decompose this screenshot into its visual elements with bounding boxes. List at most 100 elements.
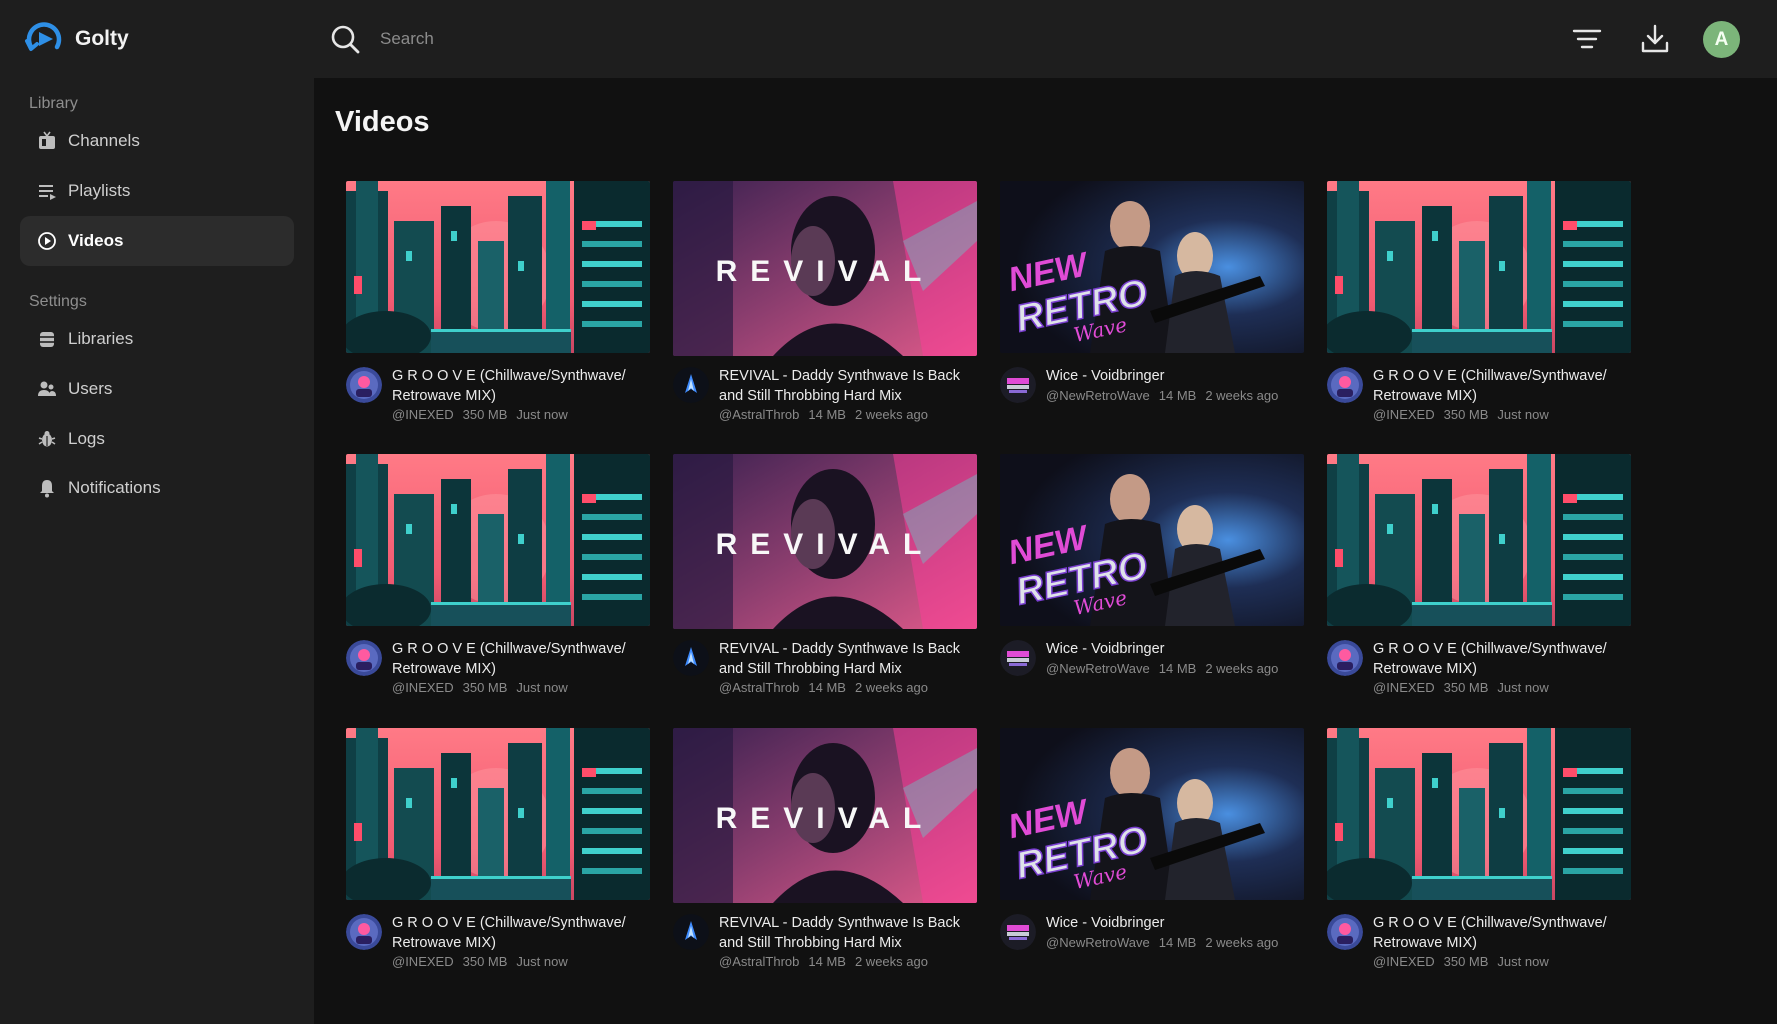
video-age: 2 weeks ago xyxy=(1205,388,1279,403)
video-title[interactable]: G R O O V E (Chillwave/Synthwave/ Retrow… xyxy=(392,639,650,679)
sidebar: Library Channels Playlists Videos Settin… xyxy=(0,78,314,1024)
user-avatar[interactable]: A xyxy=(1703,21,1740,58)
channel-avatar[interactable] xyxy=(1327,914,1363,950)
video-channel[interactable]: @AstralThrob xyxy=(719,407,799,422)
video-card[interactable]: G R O O V E (Chillwave/Synthwave/ Retrow… xyxy=(346,181,650,441)
sidebar-item-notifications[interactable]: Notifications xyxy=(20,463,294,513)
brand[interactable]: Golty xyxy=(24,19,129,59)
video-title[interactable]: REVIVAL - Daddy Synthwave Is Back and St… xyxy=(719,913,977,953)
video-thumbnail[interactable] xyxy=(1327,454,1631,626)
channel-avatar[interactable] xyxy=(673,640,709,676)
video-channel[interactable]: @AstralThrob xyxy=(719,680,799,695)
channel-avatar[interactable] xyxy=(1000,914,1036,950)
video-channel[interactable]: @NewRetroWave xyxy=(1046,388,1150,403)
video-card[interactable]: G R O O V E (Chillwave/Synthwave/ Retrow… xyxy=(1327,454,1631,714)
sidebar-item-videos[interactable]: Videos xyxy=(20,216,294,266)
video-card[interactable]: G R O O V E (Chillwave/Synthwave/ Retrow… xyxy=(1327,728,1631,988)
video-card[interactable]: G R O O V E (Chillwave/Synthwave/ Retrow… xyxy=(346,454,650,714)
video-size: 350 MB xyxy=(1443,407,1489,422)
sidebar-item-users[interactable]: Users xyxy=(20,364,294,414)
channel-avatar[interactable] xyxy=(346,914,382,950)
video-channel[interactable]: @AstralThrob xyxy=(719,954,799,969)
channel-avatar[interactable] xyxy=(1327,640,1363,676)
video-channel[interactable]: @INEXED xyxy=(392,680,454,695)
video-meta: @INEXED 350 MB Just now xyxy=(392,407,577,422)
sidebar-item-libraries[interactable]: Libraries xyxy=(20,314,294,364)
sidebar-item-label: Playlists xyxy=(68,181,131,200)
channel-avatar[interactable] xyxy=(1000,640,1036,676)
filter-icon[interactable] xyxy=(1572,25,1602,53)
video-meta: @NewRetroWave 14 MB 2 weeks ago xyxy=(1046,661,1287,676)
channel-avatar[interactable] xyxy=(346,367,382,403)
channel-avatar[interactable] xyxy=(1327,367,1363,403)
video-title[interactable]: Wice - Voidbringer xyxy=(1046,366,1304,386)
video-thumbnail[interactable] xyxy=(1327,181,1631,353)
sidebar-item-label: Notifications xyxy=(68,478,161,497)
search-input[interactable] xyxy=(380,24,880,54)
library-section-label: Library xyxy=(29,95,78,112)
video-card[interactable]: REVIVAL REVIVAL - Daddy Synthwave Is Bac… xyxy=(673,454,977,714)
bell-icon xyxy=(40,480,54,498)
video-channel[interactable]: @INEXED xyxy=(1373,407,1435,422)
video-title[interactable]: G R O O V E (Chillwave/Synthwave/ Retrow… xyxy=(1373,639,1631,679)
video-card[interactable]: NEW RETRO Wave Wice - Voidbringer @NewRet… xyxy=(1000,728,1304,988)
main-content: Videos G R O O V E (Chillwave/Synthwave/… xyxy=(314,78,1777,1024)
video-channel[interactable]: @INEXED xyxy=(1373,680,1435,695)
video-title[interactable]: G R O O V E (Chillwave/Synthwave/ Retrow… xyxy=(1373,366,1631,406)
video-title[interactable]: REVIVAL - Daddy Synthwave Is Back and St… xyxy=(719,639,977,679)
sidebar-item-label: Videos xyxy=(68,231,124,250)
sidebar-item-logs[interactable]: Logs xyxy=(20,414,294,464)
video-age: Just now xyxy=(1497,954,1549,969)
video-title[interactable]: REVIVAL - Daddy Synthwave Is Back and St… xyxy=(719,366,977,406)
video-card[interactable]: G R O O V E (Chillwave/Synthwave/ Retrow… xyxy=(346,728,650,988)
search-icon[interactable] xyxy=(330,24,360,54)
video-age: Just now xyxy=(1497,680,1549,695)
video-thumbnail[interactable] xyxy=(346,454,650,626)
video-thumbnail[interactable]: REVIVAL xyxy=(673,454,977,629)
video-channel[interactable]: @NewRetroWave xyxy=(1046,661,1150,676)
video-size: 14 MB xyxy=(808,407,846,422)
channel-avatar[interactable] xyxy=(673,367,709,403)
video-size: 14 MB xyxy=(808,954,846,969)
users-icon xyxy=(38,381,56,396)
channel-avatar[interactable] xyxy=(673,914,709,950)
video-title[interactable]: G R O O V E (Chillwave/Synthwave/ Retrow… xyxy=(392,366,650,406)
video-thumbnail[interactable]: NEW RETRO Wave xyxy=(1000,181,1304,353)
database-icon xyxy=(40,332,54,347)
sidebar-item-channels[interactable]: Channels xyxy=(20,116,294,166)
bug-icon xyxy=(38,431,56,447)
video-thumbnail[interactable]: REVIVAL xyxy=(673,728,977,903)
video-title[interactable]: Wice - Voidbringer xyxy=(1046,639,1304,659)
page-title: Videos xyxy=(335,106,430,138)
video-channel[interactable]: @INEXED xyxy=(392,954,454,969)
video-channel[interactable]: @INEXED xyxy=(1373,954,1435,969)
svg-text:REVIVAL: REVIVAL xyxy=(716,255,935,288)
video-thumbnail[interactable]: NEW RETRO Wave xyxy=(1000,728,1304,900)
channel-avatar[interactable] xyxy=(346,640,382,676)
sidebar-item-label: Libraries xyxy=(68,329,134,348)
video-age: Just now xyxy=(516,407,568,422)
video-thumbnail[interactable] xyxy=(346,728,650,900)
video-card[interactable]: REVIVAL REVIVAL - Daddy Synthwave Is Bac… xyxy=(673,728,977,988)
sidebar-item-label: Channels xyxy=(68,131,140,150)
video-thumbnail[interactable]: REVIVAL xyxy=(673,181,977,356)
video-title[interactable]: G R O O V E (Chillwave/Synthwave/ Retrow… xyxy=(392,913,650,953)
video-thumbnail[interactable] xyxy=(346,181,650,353)
playlist-icon xyxy=(39,185,56,200)
video-card[interactable]: NEW RETRO Wave Wice - Voidbringer @NewRet… xyxy=(1000,181,1304,441)
video-thumbnail[interactable] xyxy=(1327,728,1631,900)
video-channel[interactable]: @INEXED xyxy=(392,407,454,422)
video-title[interactable]: Wice - Voidbringer xyxy=(1046,913,1304,933)
download-icon[interactable] xyxy=(1640,23,1670,55)
sidebar-item-playlists[interactable]: Playlists xyxy=(20,166,294,216)
channel-avatar[interactable] xyxy=(1000,367,1036,403)
video-card[interactable]: NEW RETRO Wave Wice - Voidbringer @NewRet… xyxy=(1000,454,1304,714)
settings-section-label: Settings xyxy=(29,293,87,310)
video-age: 2 weeks ago xyxy=(1205,661,1279,676)
video-channel[interactable]: @NewRetroWave xyxy=(1046,935,1150,950)
video-card[interactable]: REVIVAL REVIVAL - Daddy Synthwave Is Bac… xyxy=(673,181,977,441)
video-thumbnail[interactable]: NEW RETRO Wave xyxy=(1000,454,1304,626)
video-age: 2 weeks ago xyxy=(854,954,928,969)
video-card[interactable]: G R O O V E (Chillwave/Synthwave/ Retrow… xyxy=(1327,181,1631,441)
video-title[interactable]: G R O O V E (Chillwave/Synthwave/ Retrow… xyxy=(1373,913,1631,953)
